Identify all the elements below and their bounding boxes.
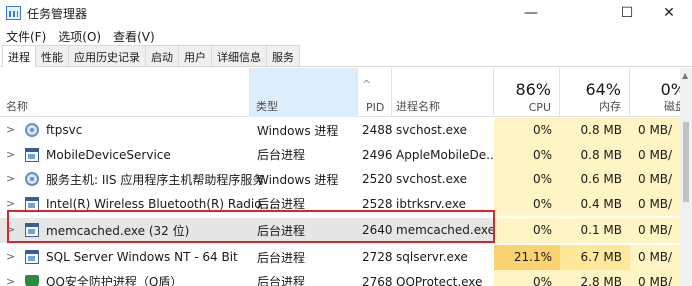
menu-options[interactable]: 选项(O): [52, 26, 107, 46]
window-title: 任务管理器: [27, 7, 88, 21]
memory-value: 0.8 MB: [560, 118, 630, 143]
process-pid: 2488: [362, 123, 392, 138]
memory-value: 0.4 MB: [560, 191, 630, 216]
cpu-value: 0%: [494, 118, 560, 143]
cpu-value: 0%: [494, 269, 560, 286]
shield-icon: [25, 274, 39, 286]
process-name: 服务主机: IIS 应用程序主机帮助程序服务: [46, 172, 265, 187]
column-type[interactable]: 类型: [250, 68, 358, 117]
process-type: Windows 进程: [257, 123, 339, 138]
column-type-label: 类型: [256, 100, 278, 113]
process-pid: 2768: [362, 274, 392, 286]
column-memory[interactable]: 64% 内存: [560, 68, 630, 117]
process-name: SQL Server Windows NT - 64 Bit: [46, 250, 238, 265]
process-type: 后台进程: [257, 275, 306, 286]
process-image: sqlservr.exe: [396, 250, 468, 265]
tab-performance[interactable]: 性能: [35, 45, 69, 66]
cpu-value: 0%: [494, 191, 560, 216]
column-cpu[interactable]: 86% CPU: [494, 68, 560, 117]
title-bar: 任务管理器 — ☐ ✕: [0, 0, 692, 26]
window-icon: [25, 196, 39, 211]
maximize-button[interactable]: ☐: [604, 0, 650, 26]
column-pid-label: PID: [366, 101, 385, 114]
memory-total: 64%: [585, 80, 621, 99]
vertical-scrollbar[interactable]: ▲: [680, 68, 692, 286]
tab-details[interactable]: 详细信息: [211, 45, 267, 66]
sort-arrow-icon: ^: [362, 78, 372, 91]
column-process-name-label: 进程名称: [396, 100, 440, 113]
tab-users[interactable]: 用户: [178, 45, 212, 66]
column-memory-label: 内存: [599, 100, 621, 113]
gear-icon: [25, 172, 39, 186]
menu-view[interactable]: 查看(V): [107, 26, 161, 46]
column-name-label: 名称: [6, 100, 28, 113]
table-row[interactable]: > 服务主机: IIS 应用程序主机帮助程序服务 Windows 进程 2520…: [0, 167, 680, 192]
process-pid: 2520: [362, 172, 392, 187]
task-manager-icon: [6, 6, 21, 20]
process-name: QQ安全防护进程（Q盾）: [46, 275, 183, 286]
scrollbar-thumb[interactable]: [683, 122, 689, 202]
column-cpu-label: CPU: [528, 101, 551, 114]
expand-chevron-icon[interactable]: >: [6, 250, 15, 263]
expand-chevron-icon[interactable]: >: [6, 275, 15, 286]
expand-chevron-icon[interactable]: >: [6, 123, 15, 136]
process-image: svchost.exe: [396, 123, 467, 138]
disk-value: 0 MB/: [630, 167, 680, 192]
process-type: Windows 进程: [257, 172, 339, 187]
tab-app-history[interactable]: 应用历史记录: [68, 45, 146, 66]
cpu-value: 0%: [494, 142, 560, 167]
column-process-name[interactable]: 进程名称: [392, 68, 494, 117]
disk-value: 0 MB/: [630, 245, 680, 270]
process-pid: 2496: [362, 147, 392, 162]
disk-value: 0 MB/: [630, 269, 680, 286]
menu-file[interactable]: 文件(F): [0, 26, 52, 46]
scroll-up-arrow-icon[interactable]: ▲: [682, 71, 688, 80]
tab-processes[interactable]: 进程: [2, 45, 36, 67]
process-image: AppleMobileDe...: [396, 147, 494, 162]
disk-value: 0 MB/: [630, 191, 680, 216]
column-name[interactable]: 名称: [0, 68, 250, 117]
disk-value: 0 MB/: [630, 118, 680, 143]
tab-strip: 进程 性能 应用历史记录 启动 用户 详细信息 服务: [0, 45, 692, 67]
process-image: svchost.exe: [396, 172, 467, 187]
expand-chevron-icon[interactable]: >: [6, 148, 15, 161]
table-header: 名称 类型 ^ PID 进程名称 86% CPU 64% 内存 0% 磁盘: [0, 68, 692, 117]
table-row[interactable]: > QQ安全防护进程（Q盾） 后台进程 2768 QQProtect.exe 0…: [0, 269, 680, 286]
process-name: ftpsvc: [46, 123, 83, 138]
table-row[interactable]: > MobileDeviceService 后台进程 2496 AppleMob…: [0, 142, 680, 167]
column-pid[interactable]: ^ PID: [358, 68, 392, 117]
memory-value: 0.6 MB: [560, 167, 630, 192]
expand-chevron-icon[interactable]: >: [6, 197, 15, 210]
tab-startup[interactable]: 启动: [145, 45, 179, 66]
close-button[interactable]: ✕: [646, 0, 692, 26]
process-type: 后台进程: [257, 148, 306, 163]
process-name: MobileDeviceService: [46, 147, 171, 162]
process-image: QQProtect.exe: [396, 274, 483, 286]
minimize-button[interactable]: —: [508, 0, 554, 26]
window-icon: [25, 147, 39, 162]
table-row[interactable]: > ftpsvc Windows 进程 2488 svchost.exe 0% …: [0, 118, 680, 143]
cpu-total: 86%: [515, 80, 551, 99]
process-pid: 2728: [362, 250, 392, 265]
cpu-value: 21.1%: [494, 245, 560, 270]
process-type: 后台进程: [257, 250, 306, 265]
memory-value: 2.8 MB: [560, 269, 630, 286]
cpu-value: 0%: [494, 167, 560, 192]
memory-value: 0.8 MB: [560, 142, 630, 167]
annotation-highlight-box: [7, 210, 495, 243]
memory-value: 6.7 MB: [560, 245, 630, 270]
process-table: 名称 类型 ^ PID 进程名称 86% CPU 64% 内存 0% 磁盘 > …: [0, 68, 692, 286]
disk-value: 0 MB/: [630, 142, 680, 167]
table-row[interactable]: > SQL Server Windows NT - 64 Bit 后台进程 27…: [0, 245, 680, 270]
tab-services[interactable]: 服务: [266, 45, 300, 66]
disk-value: 0 MB/: [630, 218, 680, 243]
memory-value: 0.1 MB: [560, 218, 630, 243]
gear-icon: [25, 123, 39, 137]
expand-chevron-icon[interactable]: >: [6, 172, 15, 185]
menu-bar: 文件(F) 选项(O) 查看(V): [0, 26, 692, 46]
cpu-value: 0%: [494, 218, 560, 243]
window-icon: [25, 250, 39, 264]
